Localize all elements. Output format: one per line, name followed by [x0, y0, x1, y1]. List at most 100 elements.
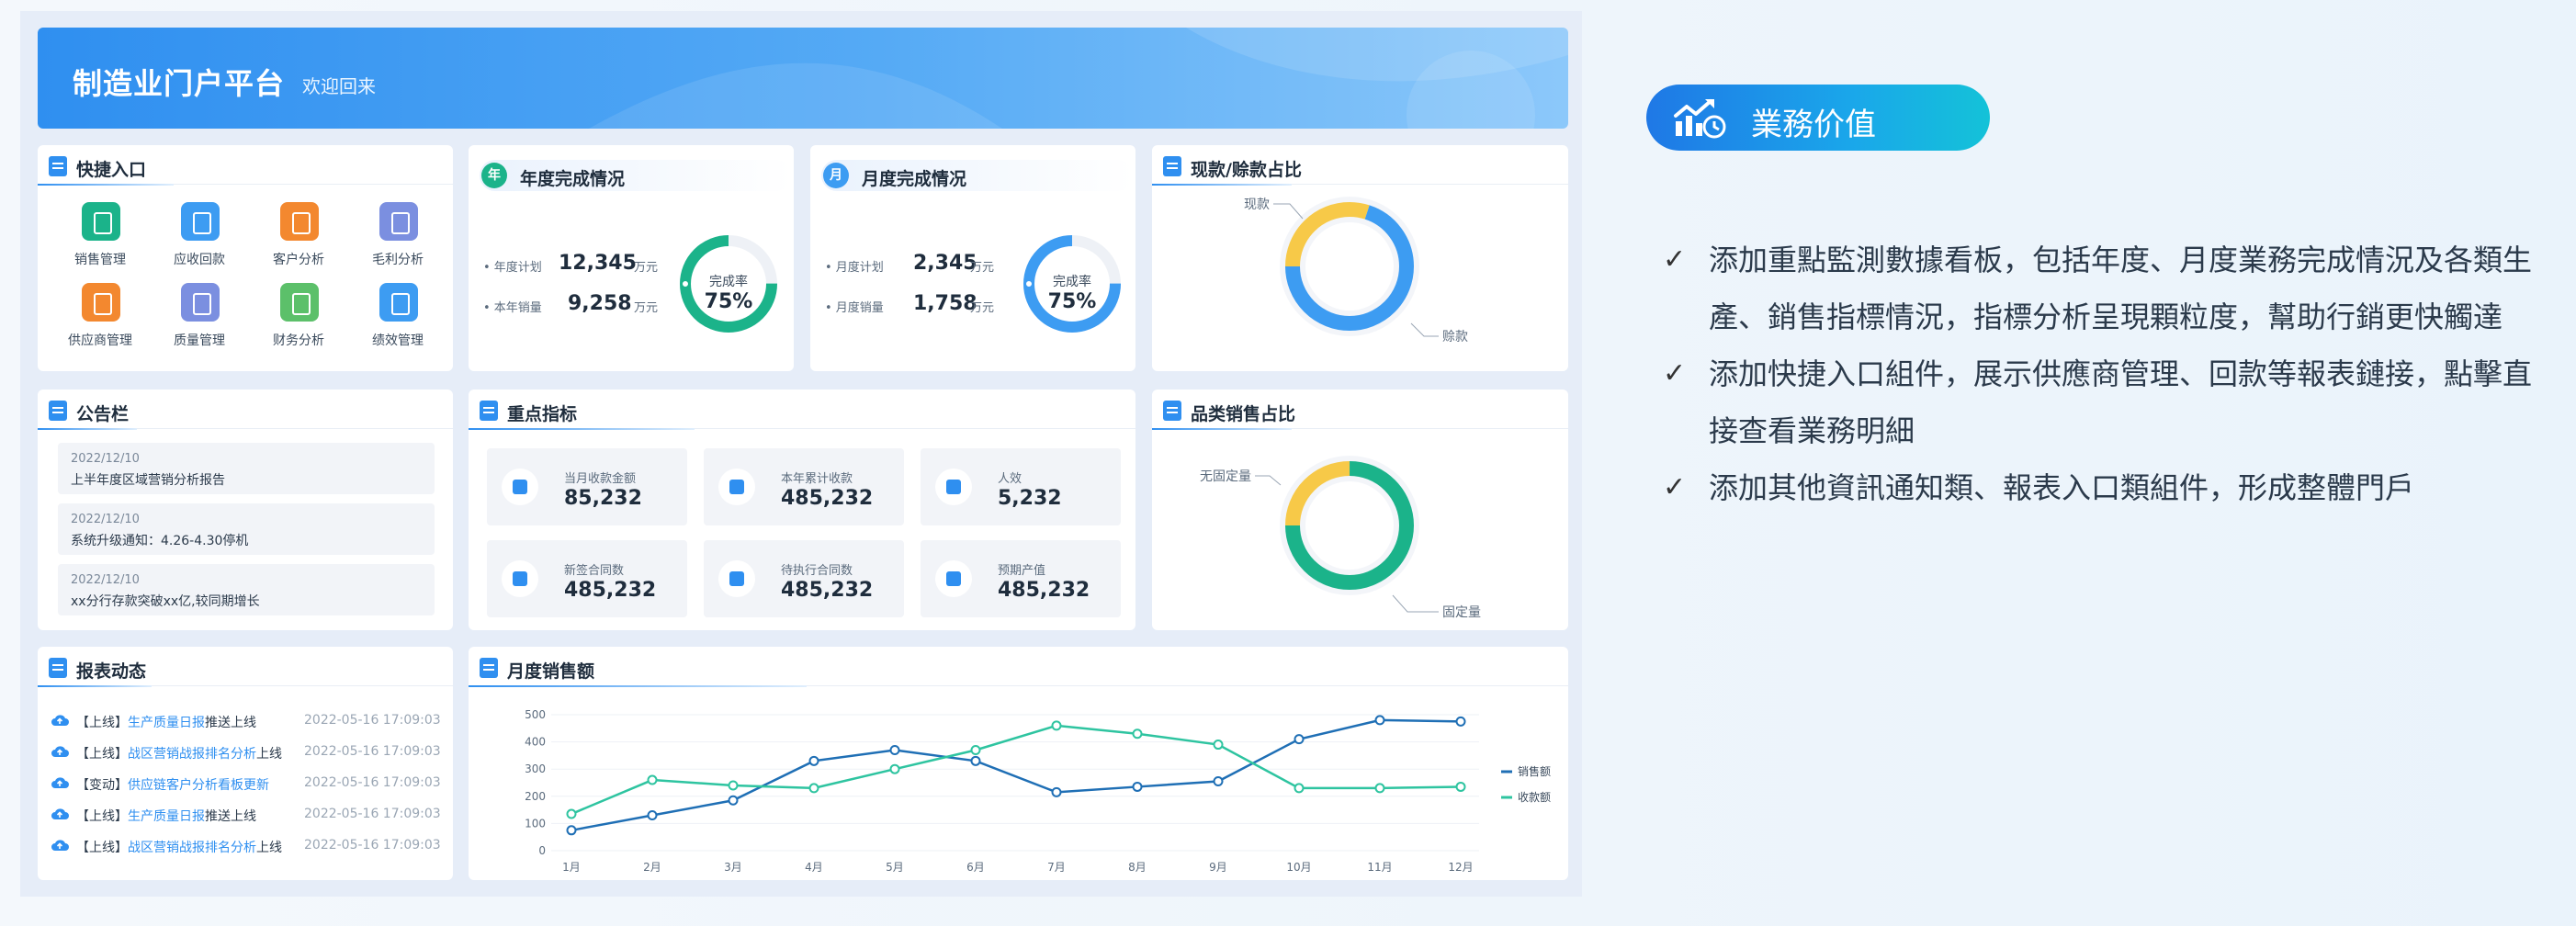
kpi-icon — [718, 560, 755, 597]
notice-item[interactable]: 2022/12/10 上半年度区域营销分析报告 — [58, 443, 435, 494]
x-tick-label: 11月 — [1367, 861, 1392, 874]
label-leader — [1392, 594, 1439, 613]
kpi-label: 预期产值 — [998, 564, 1046, 578]
data-point — [889, 763, 900, 774]
notice-item[interactable]: 2022/12/10 系统升级通知：4.26-4.30停机 — [58, 503, 435, 555]
quick-entry-item[interactable]: 质量管理 — [153, 283, 245, 356]
kpi-tile[interactable]: 待执行合同数 485,232 — [704, 540, 904, 617]
kpi-tile[interactable]: 预期产值 485,232 — [921, 540, 1121, 617]
data-point — [1051, 786, 1062, 797]
quick-entry-icon — [82, 283, 120, 322]
kpi-icon — [718, 469, 755, 505]
cloud-upload-icon — [51, 840, 69, 851]
check-icon: ✓ — [1663, 357, 1687, 390]
data-point — [728, 795, 739, 806]
legend-label: 销售额 — [1518, 764, 1551, 778]
data-point — [647, 774, 658, 785]
kpi-label: 本年累计收款 — [781, 472, 853, 486]
kpi-value: 485,232 — [998, 579, 1090, 602]
plan-label: • 月度计划 — [825, 261, 884, 275]
value-bullet: ✓ 添加其他資訊通知類、報表入口類組件，形成整體門戶 — [1663, 459, 2545, 516]
quick-entry-icon — [379, 202, 418, 241]
report-link[interactable]: 生产质量日报 — [128, 716, 205, 730]
data-point — [889, 744, 900, 755]
card-title: 品类销售占比 — [1191, 404, 1296, 424]
quick-entry-icon — [82, 202, 120, 241]
quick-entry-item[interactable]: 供应商管理 — [54, 283, 146, 356]
data-point — [1374, 715, 1385, 726]
data-point — [808, 783, 819, 794]
plan-label: • 年度计划 — [483, 261, 542, 275]
kpi-icon — [935, 469, 972, 505]
month-badge-icon: 月 — [823, 163, 849, 188]
quick-entry-item[interactable]: 客户分析 — [253, 202, 345, 276]
gauge-value: 75% — [1047, 290, 1097, 313]
slice-label: 赊款 — [1442, 330, 1468, 344]
x-tick-label: 7月 — [1047, 861, 1066, 874]
bullet-text: 添加重點監測數據看板，包括年度、月度業務完成情況及各類生產、銷售指標情況，指標分… — [1709, 243, 2533, 334]
report-tag: 【上线】 — [76, 809, 128, 824]
kpi-value: 485,232 — [781, 579, 874, 602]
report-time: 2022-05-16 17:09:03 — [304, 744, 441, 759]
sales-value: 9,258 — [568, 292, 632, 315]
gauge-label: 完成率 — [709, 275, 748, 289]
completion-gauge: 完成率 75% — [1022, 233, 1123, 334]
quick-entry-item[interactable]: 销售管理 — [54, 202, 146, 276]
quick-entry-item[interactable]: 财务分析 — [253, 283, 345, 356]
data-point — [647, 810, 658, 821]
card-title: 年度完成情况 — [520, 169, 626, 189]
report-time: 2022-05-16 17:09:03 — [304, 807, 441, 821]
kpi-tile[interactable]: 人效 5,232 — [921, 448, 1121, 525]
report-item[interactable]: 【上线】战区营销战报排名分析上线 2022-05-16 17:09:03 — [49, 742, 441, 764]
report-link[interactable]: 生产质量日报 — [128, 809, 205, 824]
notice-board-card: 公告栏 2022/12/10 上半年度区域营销分析报告 2022/12/10 系统升级… — [38, 390, 453, 630]
value-bullet: ✓ 添加重點監測數據看板，包括年度、月度業務完成情況及各類生產、銷售指標情況，指標… — [1663, 232, 2545, 345]
sales-value: 1,758 — [913, 292, 977, 315]
report-text: 【上线】生产质量日报推送上线 — [76, 713, 256, 731]
report-item[interactable]: 【变动】供应链客户分析看板更新 2022-05-16 17:09:03 — [49, 774, 441, 796]
data-point — [970, 755, 981, 766]
clipboard-icon — [480, 401, 498, 421]
report-item[interactable]: 【上线】战区营销战报排名分析上线 2022-05-16 17:09:03 — [49, 836, 441, 858]
welcome-text: 欢迎回来 — [302, 75, 376, 97]
quick-entry-item[interactable]: 毛利分析 — [352, 202, 444, 276]
report-link[interactable]: 战区营销战报排名分析 — [128, 747, 256, 762]
quick-entry-item[interactable]: 应收回款 — [153, 202, 245, 276]
kpi-tile[interactable]: 当月收款金额 85,232 — [487, 448, 687, 525]
kpi-tile[interactable]: 本年累计收款 485,232 — [704, 448, 904, 525]
report-item[interactable]: 【上线】生产质量日报推送上线 2022-05-16 17:09:03 — [49, 711, 441, 733]
data-point — [1294, 783, 1305, 794]
card-title: 快捷入口 — [76, 160, 147, 180]
kpi-tile[interactable]: 新签合同数 485,232 — [487, 540, 687, 617]
report-link[interactable]: 战区营销战报排名分析 — [128, 841, 256, 855]
report-text: 【上线】战区营销战报排名分析上线 — [76, 744, 282, 762]
kpi-value: 485,232 — [781, 487, 874, 510]
clipboard-icon — [49, 658, 67, 678]
quick-entry-label: 绩效管理 — [372, 333, 424, 348]
data-point — [1455, 781, 1466, 792]
card-title: 月度完成情况 — [862, 169, 967, 189]
notice-item[interactable]: 2022/12/10 xx分行存款突破xx亿,较同期增长 — [58, 564, 435, 615]
monthly-sales-card: 月度销售额 0 100 200 300 400 500 1月 2月 3月 4月 5月 6月 7月 8月 9月… — [469, 647, 1568, 880]
data-point — [1051, 720, 1062, 731]
report-time: 2022-05-16 17:09:03 — [304, 838, 441, 853]
donut-hole — [1305, 481, 1394, 570]
report-action: 推送上线 — [205, 809, 256, 824]
report-link[interactable]: 供应链客户分析看板更新 — [128, 778, 269, 793]
quick-entry-icon — [280, 202, 319, 241]
notice-date: 2022/12/10 — [71, 513, 140, 526]
series-line — [571, 724, 1462, 816]
label-leader — [1255, 475, 1282, 486]
business-value-list: ✓ 添加重點監測數據看板，包括年度、月度業務完成情況及各類生產、銷售指標情況，指標… — [1663, 232, 2545, 516]
data-point — [970, 744, 981, 755]
quick-entry-label: 客户分析 — [273, 253, 324, 267]
business-value-pill: 業務价值 — [1646, 85, 1990, 151]
report-text: 【上线】战区营销战报排名分析上线 — [76, 838, 282, 856]
report-item[interactable]: 【上线】生产质量日报推送上线 2022-05-16 17:09:03 — [49, 805, 441, 827]
quick-entry-item[interactable]: 绩效管理 — [352, 283, 444, 356]
kpi-label: 待执行合同数 — [781, 564, 853, 578]
data-point — [566, 808, 577, 819]
x-tick-label: 10月 — [1286, 861, 1311, 874]
slice-label: 无固定量 — [1200, 469, 1251, 484]
kpi-icon — [502, 469, 538, 505]
